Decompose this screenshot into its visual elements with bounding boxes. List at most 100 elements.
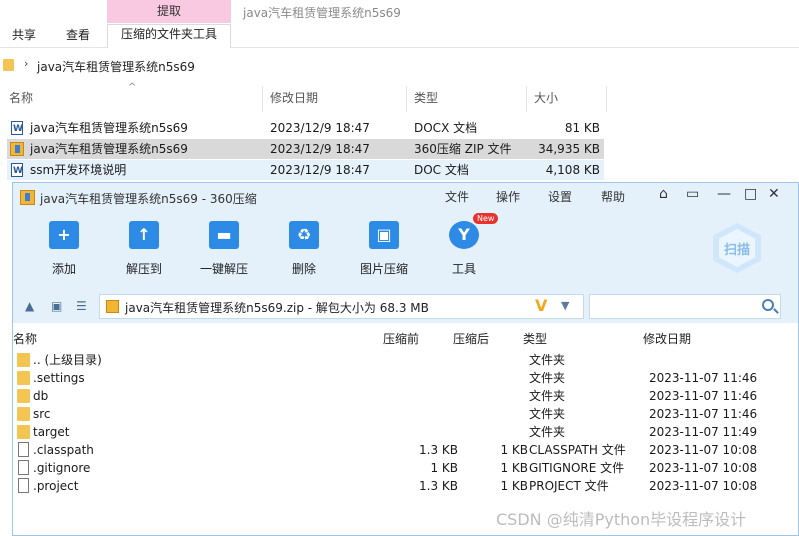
extract-to-label: 解压到 xyxy=(125,262,162,276)
archive-path-field[interactable]: java汽车租赁管理系统n5s69.zip - 解包大小为 68.3 MB V … xyxy=(99,294,584,319)
chevron-down-icon[interactable]: ▼ xyxy=(561,299,569,312)
one-click-extract-button[interactable]: ▬ 一键解压 xyxy=(189,219,259,279)
entry-name: .settings xyxy=(33,371,85,385)
feedback-icon[interactable]: ▭ xyxy=(686,186,699,202)
context-tab-header-extract[interactable]: 提取 xyxy=(107,0,231,23)
column-divider[interactable] xyxy=(406,86,407,112)
file-type: 360压缩 ZIP 文件 xyxy=(414,142,512,156)
file-row[interactable]: java汽车租赁管理系统n5s69 2023/12/9 18:47 DOCX 文… xyxy=(7,118,604,139)
tab-share[interactable]: 共享 xyxy=(12,26,36,46)
folder-icon xyxy=(17,353,30,367)
entry-date: 2023-11-07 10:08 xyxy=(649,479,758,493)
column-divider[interactable] xyxy=(526,86,527,112)
delete-label: 删除 xyxy=(291,262,316,276)
entry-type: PROJECT 文件 xyxy=(529,479,609,493)
scan-button[interactable]: 扫描 xyxy=(713,223,761,273)
folder-icon xyxy=(17,425,30,439)
zip-column-name[interactable]: 名称 xyxy=(13,330,37,347)
tools-button[interactable]: Y New 工具 xyxy=(429,213,499,279)
zip-app-icon xyxy=(20,190,35,205)
one-click-extract-icon: ▬ xyxy=(209,221,239,249)
entry-date: 2023-11-07 11:46 xyxy=(649,389,758,403)
file-date: 2023/12/9 18:47 xyxy=(270,121,370,135)
menu-operation[interactable]: 操作 xyxy=(496,188,520,205)
file-icon xyxy=(18,460,29,475)
folder-row[interactable]: src 文件夹 2023-11-07 11:46 xyxy=(13,405,798,423)
file-name: ssm开发环境说明 xyxy=(30,163,127,177)
file-size: 34,935 KB xyxy=(538,142,600,156)
menu-help[interactable]: 帮助 xyxy=(601,188,625,205)
explorer-ribbon: 提取 java汽车租赁管理系统n5s69 共享 查看 压缩的文件夹工具 xyxy=(0,0,799,48)
column-divider[interactable] xyxy=(606,86,607,112)
search-icon[interactable] xyxy=(762,299,774,311)
column-header-date[interactable]: 修改日期 xyxy=(270,86,318,112)
entry-name: target xyxy=(33,425,70,439)
entry-size-before: 1.3 KB xyxy=(419,479,458,493)
entry-date: 2023-11-07 11:46 xyxy=(649,371,758,385)
zip-icon xyxy=(106,300,119,313)
breadcrumb-chevron-icon[interactable]: › xyxy=(24,57,28,70)
entry-date: 2023-11-07 11:46 xyxy=(649,407,758,421)
folder-icon xyxy=(17,371,30,385)
word-doc-icon xyxy=(11,161,23,181)
menu-file[interactable]: 文件 xyxy=(445,188,469,205)
entry-name: .gitignore xyxy=(33,461,91,475)
file-icon xyxy=(18,442,29,457)
entry-date: 2023-11-07 10:08 xyxy=(649,461,758,475)
folder-row[interactable]: .settings 文件夹 2023-11-07 11:46 xyxy=(13,369,798,387)
folder-row[interactable]: .. (上级目录) 文件夹 xyxy=(13,351,798,369)
search-input[interactable] xyxy=(589,294,781,319)
watermark: CSDN @纯清Python毕设程序设计 xyxy=(496,510,747,529)
breadcrumb-current[interactable]: java汽车租赁管理系统n5s69 xyxy=(37,58,195,75)
new-badge: New xyxy=(473,213,499,224)
entry-type: 文件夹 xyxy=(529,371,566,385)
file-row[interactable]: .classpath 1.3 KB 1 KB CLASSPATH 文件 2023-11-… xyxy=(13,441,798,459)
menu-settings[interactable]: 设置 xyxy=(548,188,572,205)
v-badge[interactable]: V xyxy=(535,296,547,315)
close-icon[interactable]: ✕ xyxy=(768,186,780,202)
skin-shirt-icon[interactable]: ⌂ xyxy=(659,186,668,202)
tab-compressed-folder-tools[interactable]: 压缩的文件夹工具 xyxy=(107,24,231,48)
up-arrow-icon[interactable]: ▲ xyxy=(25,299,34,313)
entry-name: .. (上级目录) xyxy=(33,353,102,367)
image-compress-button[interactable]: ▣ 图片压缩 xyxy=(349,219,419,279)
file-row[interactable]: .project 1.3 KB 1 KB PROJECT 文件 2023-11-07 1… xyxy=(13,477,798,495)
column-header-name[interactable]: 名称 xyxy=(9,86,33,112)
file-icon xyxy=(18,478,29,493)
tab-view[interactable]: 查看 xyxy=(66,26,90,46)
column-header-type[interactable]: 类型 xyxy=(414,86,438,112)
file-row[interactable]: ssm开发环境说明 2023/12/9 18:47 DOC 文档 4,108 K… xyxy=(7,160,604,181)
delete-button[interactable]: ♻ 删除 xyxy=(269,219,339,279)
list-view-icon[interactable]: ☰ xyxy=(76,299,87,313)
archive-path-text: java汽车租赁管理系统n5s69.zip - 解包大小为 68.3 MB xyxy=(125,301,429,315)
explorer-address-bar[interactable]: › java汽车租赁管理系统n5s69 xyxy=(0,56,799,76)
maximize-icon[interactable]: □ xyxy=(744,186,757,202)
one-click-extract-label: 一键解压 xyxy=(199,262,248,276)
entry-name: .project xyxy=(33,479,79,493)
entry-type: GITIGNORE 文件 xyxy=(529,461,625,475)
folder-row[interactable]: target 文件夹 2023-11-07 11:49 xyxy=(13,423,798,441)
thumbnail-view-icon[interactable]: ▣ xyxy=(51,299,62,313)
zip-column-after[interactable]: 压缩后 xyxy=(453,330,489,347)
zip-column-type[interactable]: 类型 xyxy=(523,330,547,347)
folder-row[interactable]: db 文件夹 2023-11-07 11:46 xyxy=(13,387,798,405)
tools-label: 工具 xyxy=(451,262,476,276)
file-type: DOC 文档 xyxy=(414,163,469,177)
file-size: 4,108 KB xyxy=(545,163,600,177)
add-icon: + xyxy=(49,221,79,249)
zip-column-before[interactable]: 压缩前 xyxy=(383,330,419,347)
add-button[interactable]: + 添加 xyxy=(29,219,99,279)
entry-size-after: 1 KB xyxy=(500,479,528,493)
file-row[interactable]: .gitignore 1 KB 1 KB GITIGNORE 文件 2023-11-07… xyxy=(13,459,798,477)
file-row-selected[interactable]: java汽车租赁管理系统n5s69 2023/12/9 18:47 360压缩 … xyxy=(7,139,604,159)
image-compress-label: 图片压缩 xyxy=(359,262,408,276)
add-label: 添加 xyxy=(51,262,76,276)
tools-icon: Y xyxy=(449,221,479,249)
delete-icon: ♻ xyxy=(289,221,319,249)
minimize-icon[interactable]: — xyxy=(717,186,731,202)
column-divider[interactable] xyxy=(262,86,263,112)
image-compress-icon: ▣ xyxy=(369,221,399,249)
extract-to-button[interactable]: ↑ 解压到 xyxy=(109,219,179,279)
zip-column-date[interactable]: 修改日期 xyxy=(643,330,691,347)
column-header-size[interactable]: 大小 xyxy=(534,86,558,112)
